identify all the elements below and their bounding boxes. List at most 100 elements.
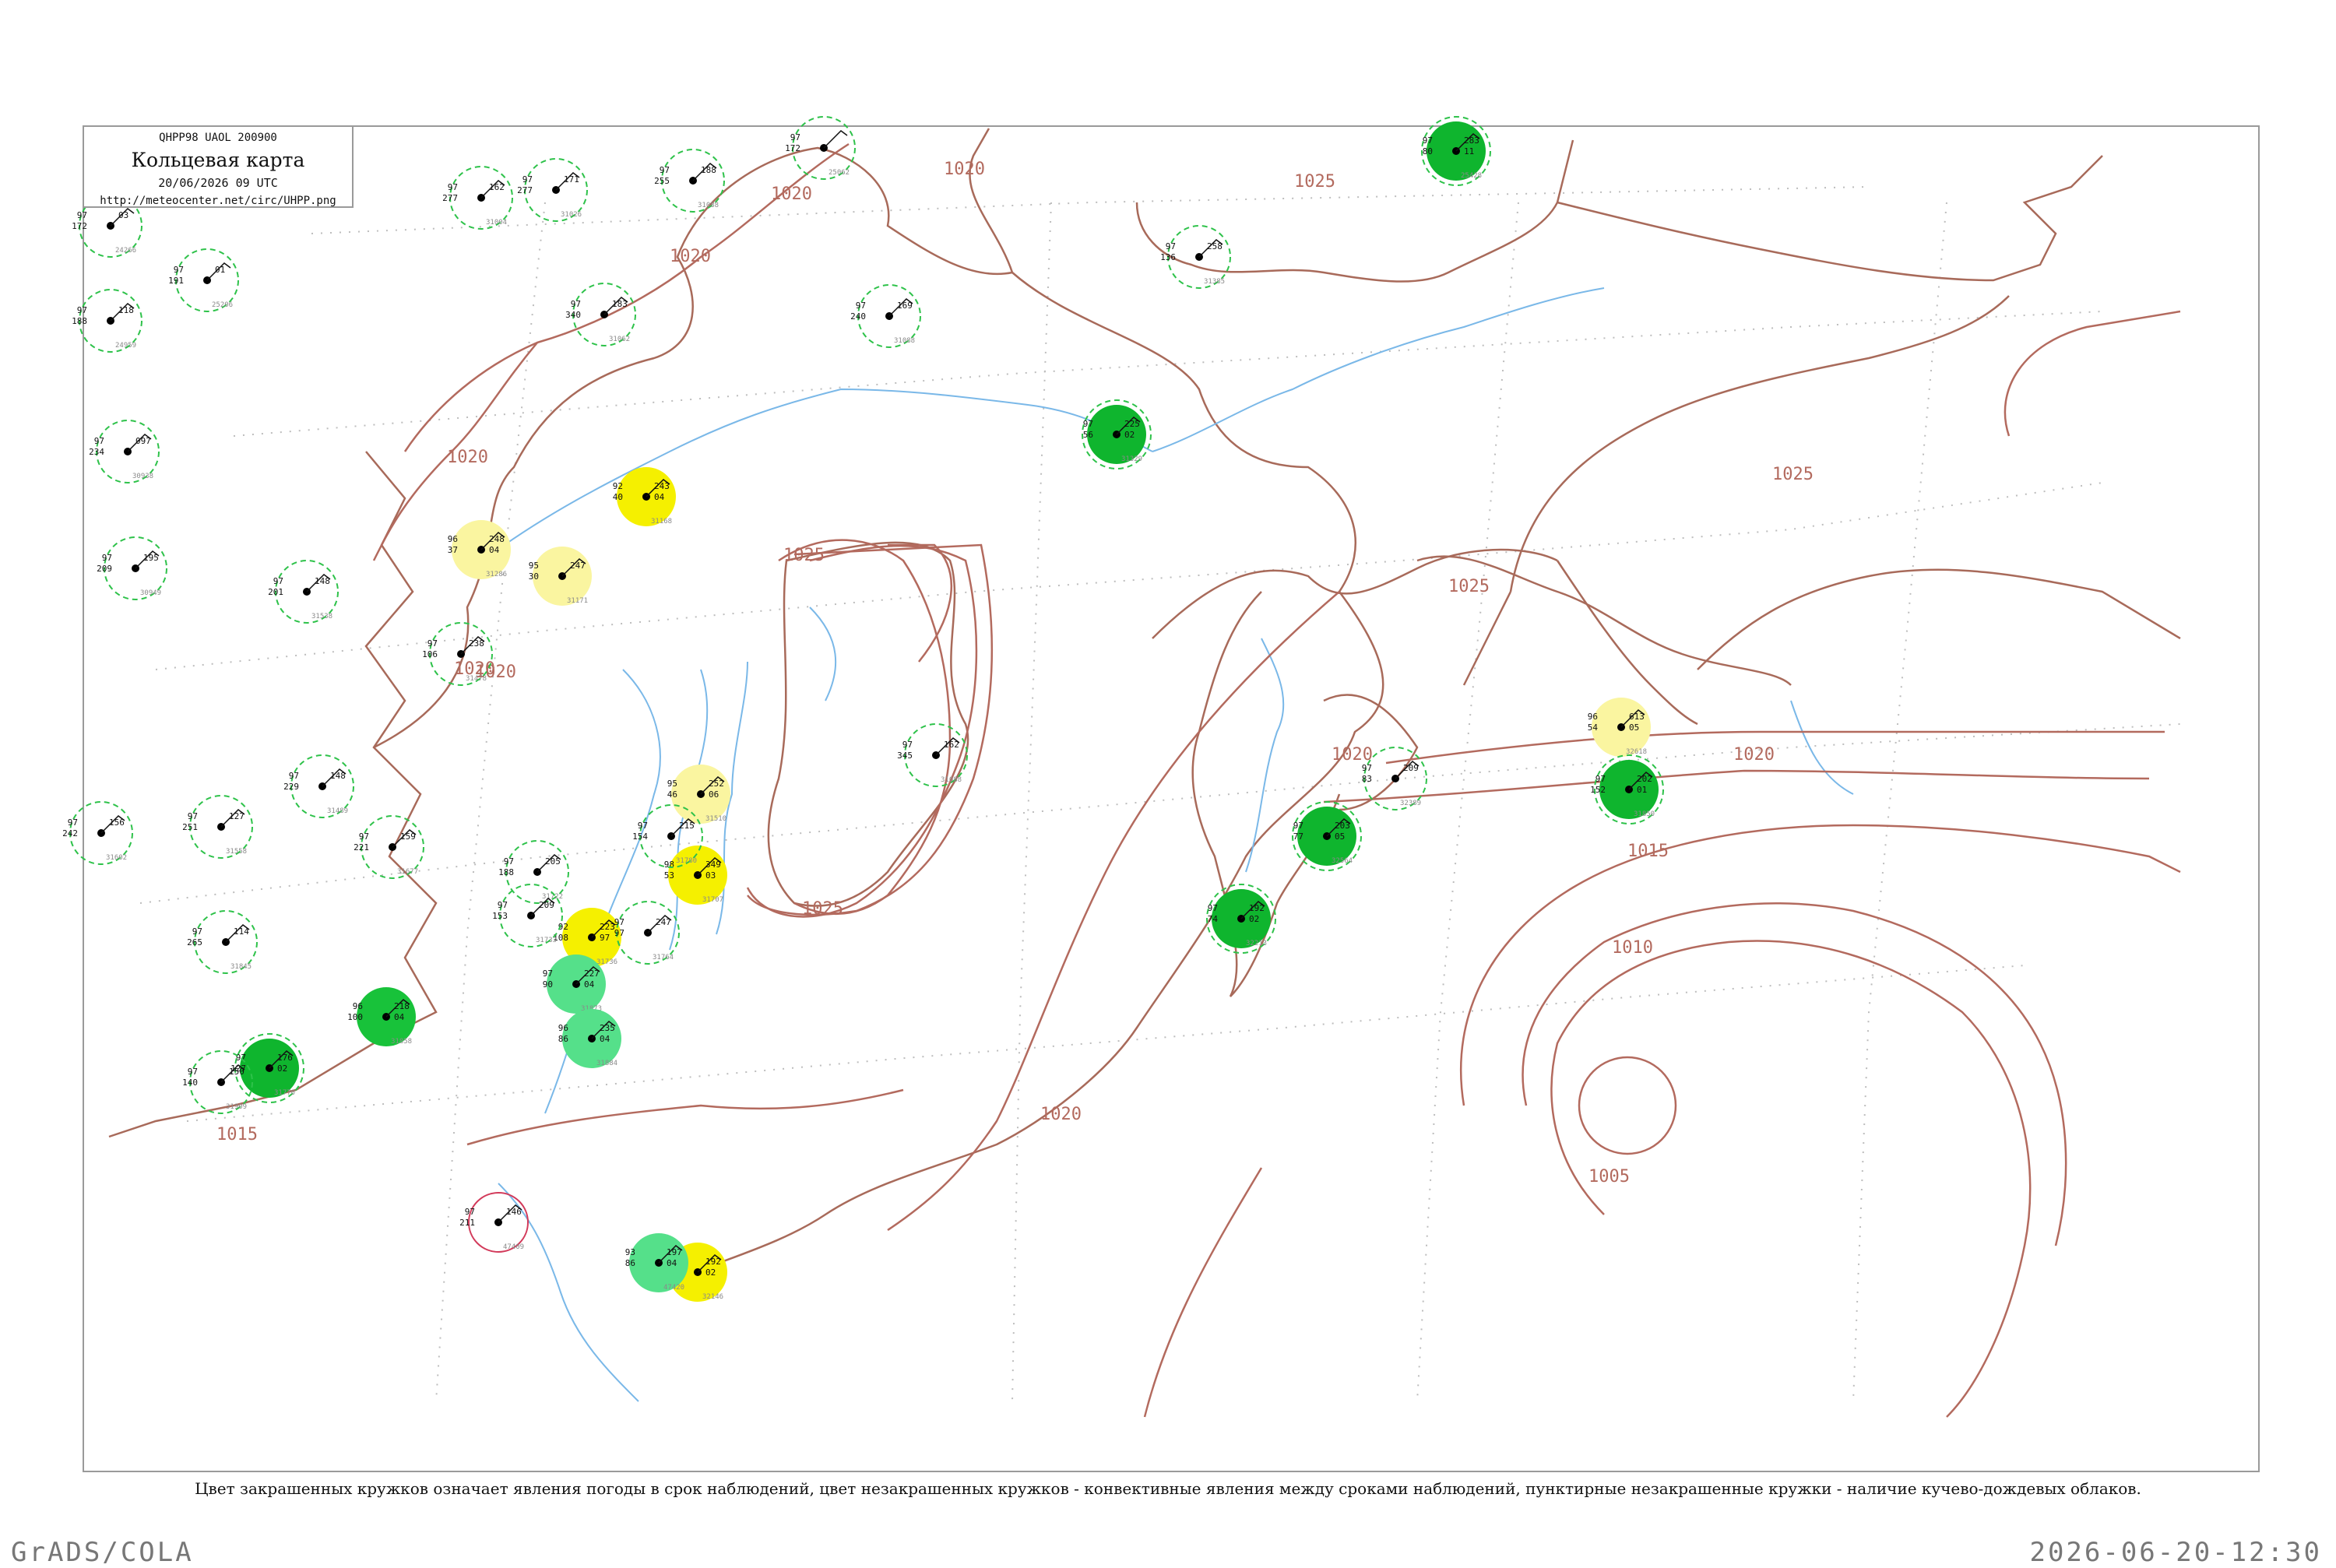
- map-canvas: 1020 1020 1020 1020 1025 1025 1025 1025 …: [62, 116, 2181, 1418]
- station-value: 169: [897, 301, 913, 311]
- svg-text:1020: 1020: [771, 185, 812, 204]
- station-value: 02: [277, 1063, 287, 1074]
- station-value: 95: [667, 779, 677, 789]
- station-value: 46: [667, 789, 677, 800]
- station-31385[interactable]: 97136 258 31385: [1160, 225, 1231, 289]
- station-value: 03: [705, 870, 716, 881]
- station-25428[interactable]: 9780 28311 25428: [1421, 116, 1491, 186]
- station-31850[interactable]: 97152 20201 31850: [1590, 754, 1664, 824]
- station-30938[interactable]: 97234 097 30938: [89, 420, 160, 483]
- station-index: 31088: [941, 776, 962, 784]
- station-value: 56: [1083, 430, 1093, 440]
- station-value: 04: [489, 545, 500, 555]
- station-value: 152: [1590, 785, 1606, 795]
- station-31026[interactable]: 97277 171 31026: [517, 158, 588, 222]
- station-value: 277: [442, 193, 458, 203]
- station-value: 97: [174, 265, 184, 275]
- station-value: 97: [1293, 821, 1303, 831]
- station-value: 265: [187, 937, 202, 947]
- svg-text:1015: 1015: [1627, 842, 1669, 861]
- station-31088b[interactable]: 97345 162 31088: [897, 723, 968, 787]
- station-25206[interactable]: 97191 01 25206: [168, 248, 239, 312]
- station-31858[interactable]: 96100 21804 31858: [347, 987, 416, 1046]
- station-value: 255: [654, 176, 670, 186]
- station-value: 97: [188, 811, 198, 821]
- station-31677[interactable]: 97221 159 31677: [354, 815, 424, 879]
- station-index: 31329: [1121, 455, 1142, 463]
- station-value: 106: [422, 649, 438, 659]
- svg-text:1015: 1015: [216, 1125, 258, 1144]
- station-value: 202: [1637, 774, 1652, 784]
- station-value: 277: [517, 185, 533, 195]
- station-32564[interactable]: 9777 20305 32564: [1292, 801, 1362, 871]
- station-32213[interactable]: 9774 19202 32213: [1206, 884, 1276, 954]
- station-31538[interactable]: 97201 148 31538: [268, 560, 339, 624]
- station-value: 258: [1207, 241, 1223, 251]
- station-index: 31850: [1634, 810, 1655, 818]
- station-value: 01: [1637, 785, 1647, 795]
- svg-text:1020: 1020: [447, 448, 488, 467]
- station-index: 25428: [1461, 172, 1482, 180]
- station-value: 02: [1124, 430, 1135, 440]
- station-value: 97: [289, 771, 299, 781]
- station-index: 31171: [567, 597, 588, 605]
- station-30949[interactable]: 97209 195 30949: [97, 536, 167, 600]
- station-31558[interactable]: 97251 127 31558: [182, 795, 253, 859]
- station-value: 53: [664, 870, 674, 881]
- station-index: 32389: [1400, 800, 1421, 807]
- station-value: 221: [354, 842, 369, 853]
- station-32618[interactable]: 96546130532618: [1588, 698, 1651, 757]
- station-value: 154: [632, 831, 648, 842]
- station-31088[interactable]: 97255 188 31088: [654, 149, 725, 213]
- station-value: 97: [94, 436, 104, 446]
- station-value: 242: [62, 828, 78, 838]
- station-value: 192: [1249, 903, 1265, 913]
- station-31510[interactable]: 9546 25206 31510: [667, 765, 730, 824]
- station-31062[interactable]: 97340 183 31062: [565, 283, 636, 346]
- station-31602[interactable]: 97242 156 31602: [62, 801, 133, 865]
- station-value: 247: [656, 917, 671, 927]
- station-47409[interactable]: 97211 146 47409: [459, 1192, 529, 1253]
- legend-caption: Цвет закрашенных кружков означает явлени…: [195, 1479, 2141, 1498]
- station-index: 31764: [653, 954, 674, 962]
- station-47420[interactable]: 9386 19704 47420: [625, 1233, 688, 1292]
- station-index: 31770: [274, 1089, 295, 1097]
- station-31329[interactable]: 9756 22502 31329: [1082, 399, 1152, 469]
- station-value: 251: [182, 822, 198, 832]
- station-value: 197: [667, 1247, 682, 1257]
- station-31764[interactable]: 9797 247 31764: [614, 901, 680, 965]
- station-value: 37: [448, 545, 458, 555]
- station-31004[interactable]: 97277 162 31004: [442, 166, 513, 230]
- station-24959[interactable]: 97188 118 24959: [72, 289, 142, 353]
- station-value: 205: [545, 856, 561, 867]
- station-value: 97: [77, 210, 87, 220]
- station-31489[interactable]: 97229 148 31489: [283, 754, 354, 818]
- isobar-labels: 1020 1020 1020 1020 1025 1025 1025 1025 …: [216, 160, 1814, 1187]
- map-url[interactable]: http://meteocenter.net/circ/UHPP.png: [84, 195, 352, 207]
- station-31884[interactable]: 9686 23504 31884: [558, 1009, 621, 1068]
- station-index: 31909: [226, 1103, 247, 1111]
- title-box: QHPP98 UAOL 200900 Кольцевая карта 20/06…: [84, 127, 354, 208]
- svg-text:1005: 1005: [1588, 1167, 1630, 1187]
- svg-text:1020: 1020: [670, 247, 711, 266]
- station-value: 195: [143, 553, 159, 563]
- station-31088c[interactable]: 97240 169 31088: [850, 284, 921, 348]
- station-31286[interactable]: 9637 24804 31286: [448, 520, 511, 579]
- station-value: 218: [394, 1001, 410, 1011]
- svg-text:1020: 1020: [944, 160, 985, 179]
- svg-text:1025: 1025: [1448, 577, 1490, 596]
- station-31845[interactable]: 97265 114 31845: [187, 910, 258, 974]
- station-value: 127: [229, 811, 245, 821]
- station-31171[interactable]: 9530 247 31171: [529, 547, 592, 606]
- station-value: 97: [465, 1207, 475, 1217]
- station-index: 24266: [115, 247, 136, 255]
- station-value: 148: [315, 576, 330, 586]
- station-value: 97: [638, 821, 648, 831]
- station-value: 54: [1588, 722, 1599, 733]
- station-value: 97: [856, 301, 866, 311]
- station-value: 97: [902, 740, 913, 750]
- station-31873[interactable]: 97902270431873: [543, 955, 606, 1014]
- station-value: 02: [1249, 914, 1259, 924]
- station-value: 86: [625, 1258, 635, 1268]
- station-index: 31168: [651, 518, 672, 526]
